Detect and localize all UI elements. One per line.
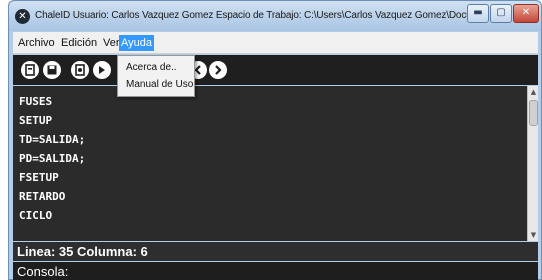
menu-bar: Archivo Edición Ver Ayuda xyxy=(13,32,538,54)
scroll-up-icon[interactable]: ▲ xyxy=(529,87,538,97)
menu-item-acerca-de[interactable]: Acerca de.. xyxy=(126,62,177,73)
compile-icon[interactable] xyxy=(71,61,89,79)
console-panel[interactable]: Consola: xyxy=(13,262,538,280)
save-icon[interactable] xyxy=(43,61,61,79)
code-line-partial xyxy=(19,228,159,234)
cursor-position-text: Linea: 35 Columna: 6 xyxy=(17,244,148,259)
minimize-button[interactable]: ▬ xyxy=(467,4,489,23)
forward-icon[interactable] xyxy=(209,61,227,79)
window-title: ChaleID Usuario: Carlos Vazquez Gomez Es… xyxy=(35,10,475,21)
code-line: TD=SALIDA; xyxy=(19,133,86,146)
build-icon[interactable] xyxy=(93,61,111,79)
code-line: FSETUP xyxy=(19,171,59,184)
code-line: CICLO xyxy=(19,209,53,222)
new-file-icon[interactable] xyxy=(21,61,39,79)
status-bar: Linea: 35 Columna: 6 xyxy=(13,242,538,261)
code-editor[interactable]: FUSES SETUP TD=SALIDA; PD=SALIDA; FSETUP… xyxy=(13,86,538,241)
maximize-button[interactable]: ▢ xyxy=(490,4,512,23)
app-icon: ✕ xyxy=(15,9,30,24)
menu-item-manual-de-uso[interactable]: Manual de Uso xyxy=(126,79,193,90)
title-bar[interactable]: ✕ ChaleID Usuario: Carlos Vazquez Gomez … xyxy=(9,1,541,31)
toolbar xyxy=(13,55,538,85)
code-line: SETUP xyxy=(19,114,53,127)
code-line: FUSES xyxy=(19,95,53,108)
close-button[interactable]: ✕ xyxy=(513,4,539,23)
vertical-scrollbar[interactable]: ▲ ▼ xyxy=(527,86,538,241)
code-line: RETARDO xyxy=(19,190,66,203)
menu-ayuda[interactable]: Ayuda xyxy=(119,35,154,51)
scrollbar-thumb[interactable] xyxy=(529,100,538,126)
menu-archivo[interactable]: Archivo xyxy=(16,35,57,51)
ayuda-dropdown-menu: Acerca de.. Manual de Uso xyxy=(117,55,195,97)
console-label: Consola: xyxy=(17,264,69,279)
scroll-down-icon[interactable]: ▼ xyxy=(529,230,538,240)
menu-edicion[interactable]: Edición xyxy=(59,35,99,51)
code-line: PD=SALIDA; xyxy=(19,152,86,165)
app-window: ✕ ChaleID Usuario: Carlos Vazquez Gomez … xyxy=(8,0,542,280)
